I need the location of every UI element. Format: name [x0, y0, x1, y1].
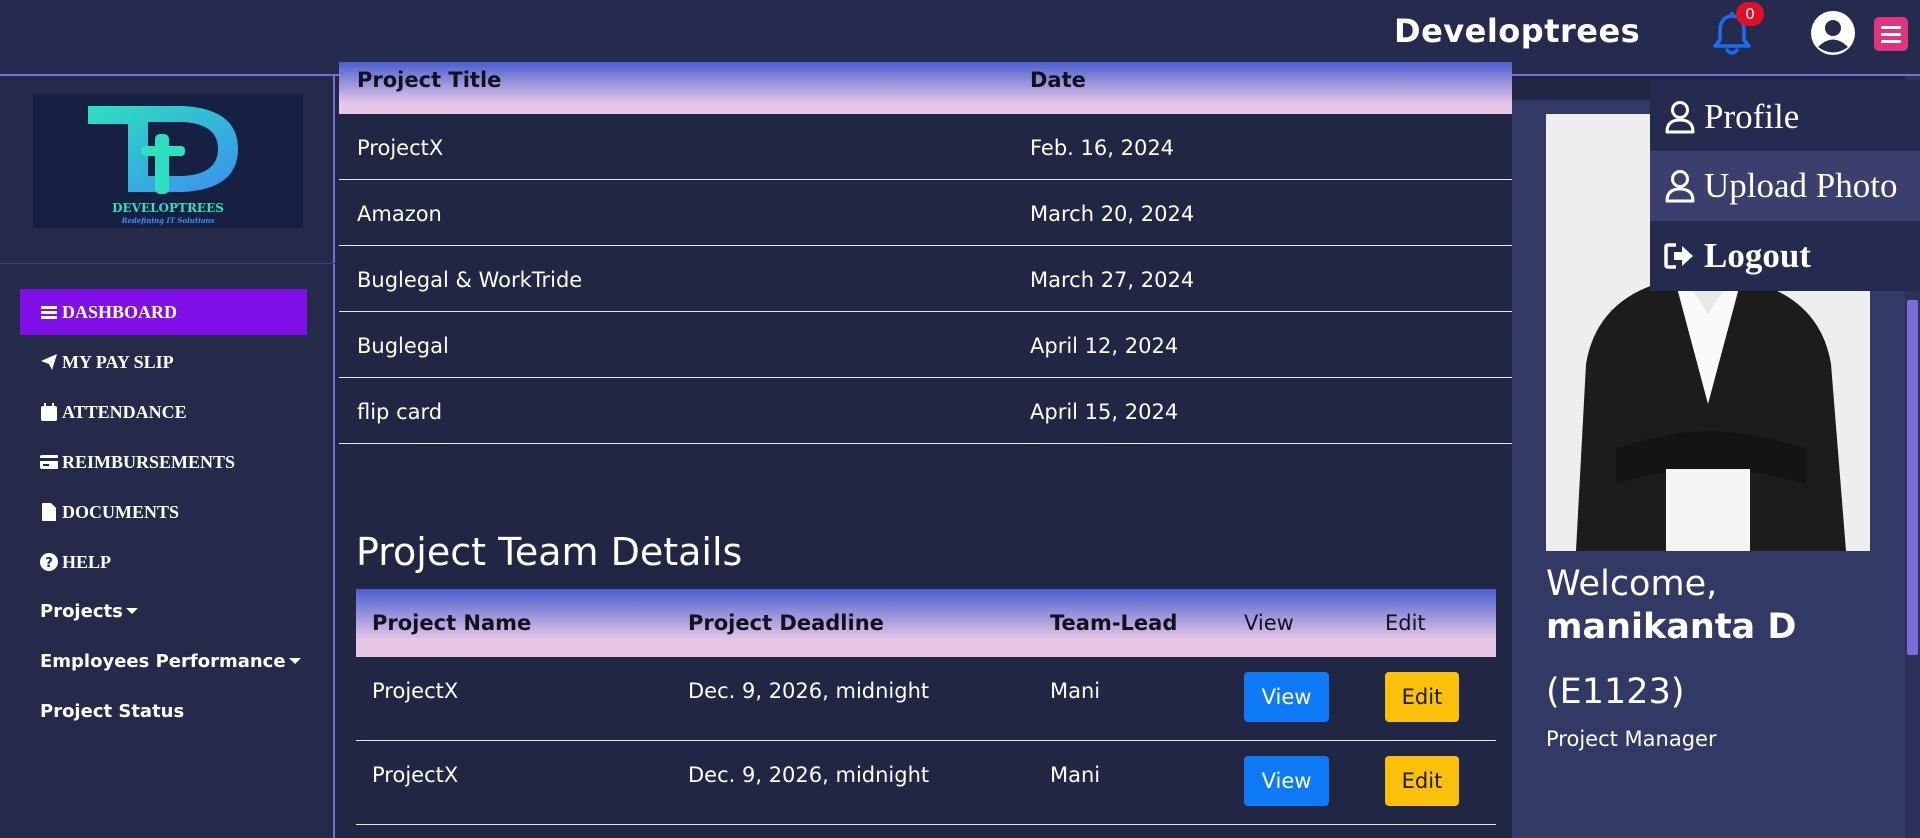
credit-card-icon [40, 453, 58, 471]
brand-title: Developtrees [1394, 12, 1641, 50]
sidebar-item-label: Project Status [40, 700, 185, 722]
column-header-project-name: Project Name [372, 611, 532, 635]
company-logo: DEVELOPTREES Redefining IT Solutions [33, 94, 303, 228]
file-icon [40, 503, 58, 521]
project-date-cell: April 12, 2024 [1030, 334, 1179, 358]
table-row: flip card April 15, 2024 [339, 378, 1512, 444]
sidebar-item-employees-performance[interactable]: Employees Performance [20, 638, 307, 684]
notification-count-badge: 0 [1736, 2, 1764, 26]
team-lead-cell: Mani [1050, 679, 1101, 703]
view-button[interactable]: View [1244, 756, 1329, 806]
sidebar-item-label: Projects [40, 600, 123, 622]
column-header-view: View [1244, 611, 1294, 635]
right-panel-top-strip [1512, 76, 1652, 100]
logo-tagline: Redefining IT Solutions [121, 216, 215, 225]
menu-item-upload-photo[interactable]: Upload Photo [1650, 151, 1920, 221]
team-section-title: Project Team Details [356, 530, 743, 574]
table-row: Buglegal April 12, 2024 [339, 312, 1512, 378]
menu-item-profile[interactable]: Profile [1650, 82, 1920, 152]
project-name-cell: ProjectX [372, 763, 459, 787]
project-date-cell: March 27, 2024 [1030, 268, 1195, 292]
calendar-icon [40, 403, 58, 421]
sidebar-item-label: MY PAY SLIP [62, 351, 174, 372]
caret-down-icon [125, 608, 138, 614]
menu-item-label: Logout [1704, 236, 1811, 275]
sidebar: DEVELOPTREES Redefining IT Solutions DAS… [0, 76, 335, 838]
logo-wordmark: DEVELOPTREES [112, 201, 224, 215]
table-row: Amazon March 20, 2024 [339, 180, 1512, 246]
table-row: Buglegal & WorkTride March 27, 2024 [339, 246, 1512, 312]
column-header-edit: Edit [1385, 611, 1426, 635]
question-circle-icon: ? [40, 553, 58, 571]
sidebar-item-reimbursements[interactable]: REIMBURSEMENTS [20, 439, 307, 485]
project-deadline-cell: Dec. 9, 2026, midnight [688, 763, 930, 787]
scrollbar-thumb[interactable] [1907, 300, 1918, 655]
sidebar-item-my-pay-slip[interactable]: MY PAY SLIP [20, 339, 307, 385]
user-name: manikanta D [1546, 607, 1797, 647]
project-date-cell: Feb. 16, 2024 [1030, 136, 1175, 160]
project-title-cell: flip card [357, 400, 443, 424]
user-avatar-icon[interactable] [1810, 10, 1856, 56]
column-header-project-deadline: Project Deadline [688, 611, 884, 635]
sidebar-item-label: DOCUMENTS [62, 501, 180, 522]
sidebar-item-dashboard[interactable]: DASHBOARD [20, 289, 307, 335]
team-lead-cell: Mani [1050, 763, 1101, 787]
sidebar-item-project-status[interactable]: Project Status [20, 688, 307, 734]
team-table-header: Project Name Project Deadline Team-Lead … [356, 589, 1496, 657]
project-name-cell: ProjectX [372, 679, 459, 703]
bars-icon [40, 303, 58, 321]
project-title-cell: Buglegal [357, 334, 449, 358]
sidebar-item-help[interactable]: ? HELP [20, 539, 307, 585]
menu-item-logout[interactable]: Logout [1650, 221, 1920, 291]
menu-item-label: Profile [1704, 97, 1800, 136]
sidebar-item-label: HELP [62, 551, 112, 572]
column-header-team-lead: Team-Lead [1050, 611, 1178, 635]
user-role: Project Manager [1546, 727, 1717, 751]
user-icon [1664, 169, 1696, 203]
column-header-project-title: Project Title [357, 68, 502, 92]
table-row: ProjectX Dec. 9, 2026, midnight Mani Vie… [356, 741, 1496, 825]
edit-button[interactable]: Edit [1385, 672, 1459, 722]
sidebar-divider [0, 263, 335, 264]
edit-button[interactable]: Edit [1385, 756, 1459, 806]
welcome-text: Welcome, [1546, 564, 1718, 604]
project-deadline-cell: Dec. 9, 2026, midnight [688, 679, 930, 703]
table-row: ProjectX Feb. 16, 2024 [339, 114, 1512, 180]
sidebar-item-label: Employees Performance [40, 650, 286, 672]
svg-text:?: ? [45, 556, 53, 571]
project-date-cell: April 15, 2024 [1030, 400, 1179, 424]
hamburger-menu-button[interactable] [1874, 17, 1908, 51]
sidebar-item-label: ATTENDANCE [62, 401, 187, 422]
employee-code: (E1123) [1546, 672, 1685, 712]
table-row: ProjectX Dec. 9, 2026, midnight Mani Vie… [356, 657, 1496, 741]
sidebar-item-label: DASHBOARD [62, 301, 178, 322]
user-icon [1664, 100, 1696, 134]
sidebar-item-label: REIMBURSEMENTS [62, 451, 236, 472]
column-header-date: Date [1030, 68, 1086, 92]
table-header: Project Title Date [339, 62, 1512, 114]
project-title-cell: Amazon [357, 202, 442, 226]
project-title-cell: ProjectX [357, 136, 444, 160]
sign-out-icon [1664, 239, 1696, 273]
user-dropdown-menu: Profile Upload Photo Logout [1650, 80, 1920, 291]
view-button[interactable]: View [1244, 672, 1329, 722]
project-title-cell: Buglegal & WorkTride [357, 268, 583, 292]
sidebar-item-attendance[interactable]: ATTENDANCE [20, 389, 307, 435]
sidebar-item-projects[interactable]: Projects [20, 588, 307, 634]
menu-item-label: Upload Photo [1704, 166, 1898, 205]
paper-plane-icon [40, 353, 58, 371]
sidebar-item-documents[interactable]: DOCUMENTS [20, 489, 307, 535]
project-date-cell: March 20, 2024 [1030, 202, 1195, 226]
caret-down-icon [288, 658, 301, 664]
